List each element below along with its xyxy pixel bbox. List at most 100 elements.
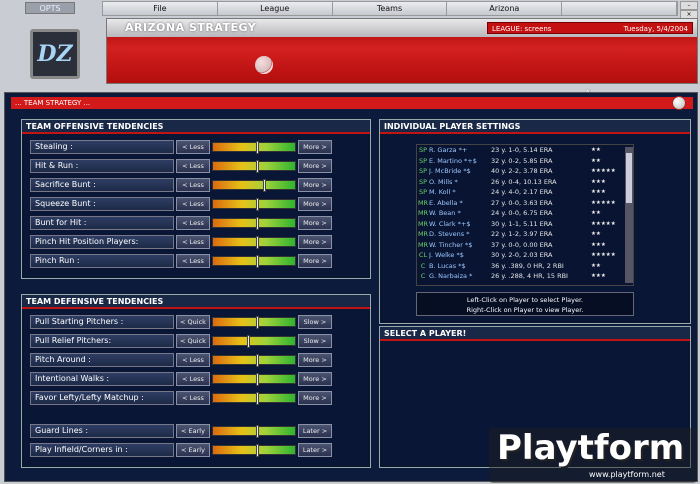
decrease-button[interactable]: < Quick	[176, 334, 210, 348]
tendency-slider[interactable]	[212, 392, 296, 405]
slider-thumb[interactable]	[255, 160, 259, 173]
player-name: J. Welke *$	[429, 251, 464, 259]
player-position: CL	[418, 251, 428, 259]
increase-button[interactable]: More >	[298, 197, 332, 211]
tendency-slider[interactable]	[212, 198, 296, 211]
setting-row-squeeze-bunt: Squeeze Bunt : < Less More >	[30, 197, 358, 211]
slider-thumb[interactable]	[255, 316, 259, 329]
tendency-slider[interactable]	[212, 335, 296, 348]
slider-thumb[interactable]	[263, 179, 267, 192]
decrease-button[interactable]: < Less	[176, 159, 210, 173]
minimize-icon[interactable]: –	[680, 1, 698, 10]
player-row[interactable]: MR W. Clark *+$ 30 y. 1-1, 5.11 ERA ★★★★★	[417, 219, 633, 230]
player-stats: 26 y. 0-4, 10.13 ERA	[491, 177, 557, 186]
setting-row-pull-starting-pitchers: Pull Starting Pitchers : < Quick Slow >	[30, 315, 358, 329]
player-row[interactable]: SP E. Martino *+$ 32 y. 0-2, 5.85 ERA ★★	[417, 156, 633, 167]
tendency-slider[interactable]	[212, 373, 296, 386]
increase-button[interactable]: More >	[298, 372, 332, 386]
tendency-slider[interactable]	[212, 255, 296, 268]
menu-file[interactable]: File	[103, 2, 218, 15]
slider-thumb[interactable]	[255, 217, 259, 230]
tendency-slider[interactable]	[212, 425, 296, 438]
increase-button[interactable]: Later >	[298, 443, 332, 457]
decrease-button[interactable]: < Less	[176, 353, 210, 367]
setting-label: Stealing :	[30, 140, 174, 154]
scrollbar[interactable]	[625, 147, 633, 283]
tendency-slider[interactable]	[212, 354, 296, 367]
decrease-button[interactable]: < Less	[176, 140, 210, 154]
decrease-button[interactable]: < Less	[176, 178, 210, 192]
increase-button[interactable]: More >	[298, 235, 332, 249]
increase-button[interactable]: Slow >	[298, 315, 332, 329]
player-row[interactable]: MR W. Bean * 24 y. 0-0, 6.75 ERA ★★	[417, 208, 633, 219]
player-row[interactable]: C B. Lucas *$ 36 y. .389, 0 HR, 2 RBI ★★	[417, 261, 633, 272]
decrease-button[interactable]: < Early	[176, 424, 210, 438]
increase-button[interactable]: Slow >	[298, 334, 332, 348]
decrease-button[interactable]: < Less	[176, 391, 210, 405]
player-row[interactable]: SP O. Mills * 26 y. 0-4, 10.13 ERA ★★★	[417, 177, 633, 188]
panel-title: TEAM DEFENSIVE TENDENCIES	[22, 295, 370, 309]
increase-button[interactable]: More >	[298, 178, 332, 192]
player-rating: ★★★	[591, 178, 606, 185]
hint-box: Left-Click on Player to select Player. R…	[416, 292, 634, 316]
increase-button[interactable]: More >	[298, 353, 332, 367]
player-row[interactable]: CL J. Welke *$ 30 y. 2-0, 2.03 ERA ★★★★★	[417, 250, 633, 261]
increase-button[interactable]: More >	[298, 254, 332, 268]
slider-thumb[interactable]	[255, 255, 259, 268]
player-stats: 30 y. 1-1, 5.11 ERA	[491, 219, 553, 228]
decrease-button[interactable]: < Early	[176, 443, 210, 457]
slider-thumb[interactable]	[255, 392, 259, 405]
player-row[interactable]: SP J. McBride *$ 40 y. 2-2, 3.78 ERA ★★★★★	[417, 166, 633, 177]
setting-row-pinch-run: Pinch Run : < Less More >	[30, 254, 358, 268]
increase-button[interactable]: More >	[298, 216, 332, 230]
increase-button[interactable]: Later >	[298, 424, 332, 438]
tendency-slider[interactable]	[212, 179, 296, 192]
tendency-slider[interactable]	[212, 141, 296, 154]
tendency-slider[interactable]	[212, 160, 296, 173]
slider-thumb[interactable]	[255, 198, 259, 211]
menu-teams[interactable]: Teams	[333, 2, 448, 15]
slider-thumb[interactable]	[247, 335, 251, 348]
slider-thumb[interactable]	[255, 444, 259, 457]
tendency-slider[interactable]	[212, 444, 296, 457]
increase-button[interactable]: More >	[298, 391, 332, 405]
player-row[interactable]: MR E. Abella * 27 y. 0-0, 3.63 ERA ★★★★★	[417, 198, 633, 209]
window-controls: – ×	[680, 1, 698, 19]
tendency-slider[interactable]	[212, 236, 296, 249]
slider-thumb[interactable]	[255, 141, 259, 154]
increase-button[interactable]: More >	[298, 159, 332, 173]
player-name: G. Narbaiza *	[429, 272, 473, 280]
player-row[interactable]: C G. Narbaiza * 26 y. .288, 4 HR, 15 RBI ★★…	[417, 271, 633, 282]
player-row[interactable]: MR D. Stevens * 22 y. 1-2, 3.97 ERA ★★	[417, 229, 633, 240]
setting-row-sacrifice-bunt: Sacrifice Bunt : < Less More >	[30, 178, 358, 192]
player-rating: ★★	[591, 157, 601, 164]
league-label: LEAGUE: screens	[492, 25, 552, 33]
player-position: SP	[418, 177, 428, 186]
watermark: Playtform www.playtform.net	[489, 428, 697, 483]
decrease-button[interactable]: < Less	[176, 254, 210, 268]
setting-row-intentional-walks: Intentional Walks : < Less More >	[30, 372, 358, 386]
player-row[interactable]: SP R. Garza *+ 23 y. 1-0, 5.14 ERA ★★	[417, 145, 633, 156]
tendency-slider[interactable]	[212, 316, 296, 329]
player-row[interactable]: SP M. Koll * 24 y. 4-0, 2.17 ERA ★★★	[417, 187, 633, 198]
decrease-button[interactable]: < Less	[176, 197, 210, 211]
slider-thumb[interactable]	[255, 425, 259, 438]
menu-league[interactable]: League	[218, 2, 333, 15]
setting-label: Pull Relief Pitchers:	[30, 334, 174, 348]
scroll-thumb[interactable]	[626, 153, 632, 203]
player-name: O. Mills *	[429, 177, 458, 186]
decrease-button[interactable]: < Less	[176, 235, 210, 249]
decrease-button[interactable]: < Less	[176, 372, 210, 386]
slider-thumb[interactable]	[255, 373, 259, 386]
options-tab[interactable]: OPTS	[25, 2, 75, 14]
tendency-slider[interactable]	[212, 217, 296, 230]
decrease-button[interactable]: < Quick	[176, 315, 210, 329]
player-row[interactable]: MR W. Tincher *$ 37 y. 0-0, 0.00 ERA ★★★	[417, 240, 633, 251]
setting-label: Hit & Run :	[30, 159, 174, 173]
slider-thumb[interactable]	[255, 236, 259, 249]
menu-arizona[interactable]: Arizona	[447, 2, 563, 15]
slider-thumb[interactable]	[255, 354, 259, 367]
setting-row-guard-lines: Guard Lines : < Early Later >	[30, 424, 358, 438]
increase-button[interactable]: More >	[298, 140, 332, 154]
decrease-button[interactable]: < Less	[176, 216, 210, 230]
